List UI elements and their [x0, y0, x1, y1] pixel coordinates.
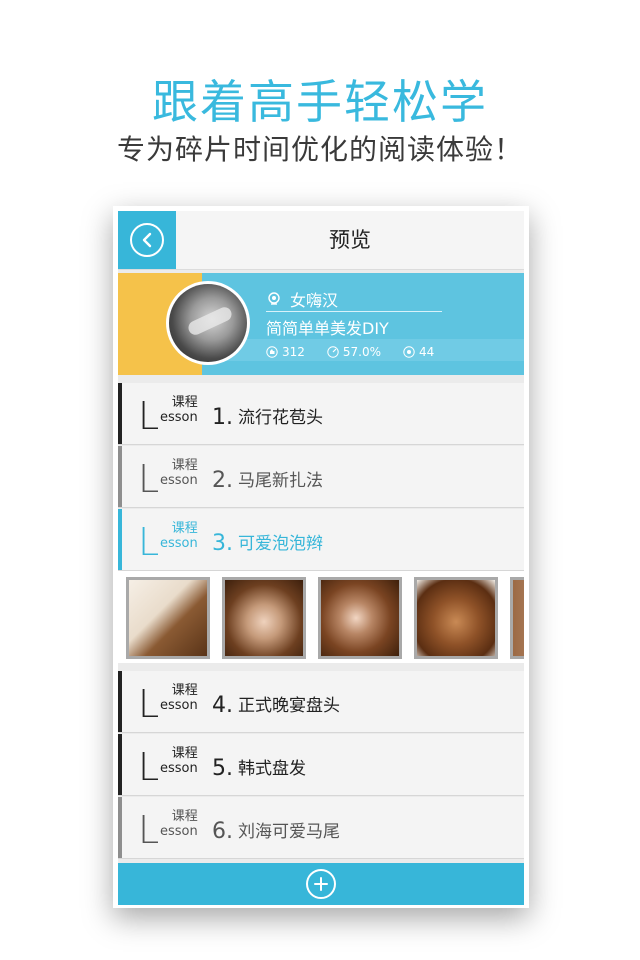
lesson-tag-cn: 课程	[171, 683, 198, 698]
thumbnail-2[interactable]	[222, 577, 306, 659]
lesson-title: 正式晚宴盘头	[238, 696, 340, 716]
stat-count-value: 44	[419, 345, 435, 359]
navbar: 预览	[118, 211, 524, 270]
lesson-item-5[interactable]: L 课程 esson 5. 韩式盘发	[118, 734, 524, 796]
lesson-indicator	[118, 734, 122, 795]
lesson-item-2[interactable]: L 课程 esson 2. 马尾新扎法	[118, 446, 524, 508]
footer-bar	[118, 863, 524, 905]
lesson-number: 4.	[212, 693, 233, 718]
stat-count: 44	[403, 345, 434, 359]
lesson-tag: 课程 esson	[160, 683, 198, 713]
thumbnail-1[interactable]	[126, 577, 210, 659]
thumbnail-4[interactable]	[414, 577, 498, 659]
lesson-letter: L	[138, 745, 160, 789]
lesson-letter: L	[138, 520, 160, 564]
thumbnail-5[interactable]	[510, 577, 524, 659]
thumbnail-image	[225, 580, 303, 656]
thumbnail-3[interactable]	[318, 577, 402, 659]
lesson-item-4[interactable]: L 课程 esson 4. 正式晚宴盘头	[118, 671, 524, 733]
stat-likes: 312	[266, 345, 305, 359]
thumbnail-image	[129, 580, 207, 656]
location-pin-icon	[266, 291, 282, 307]
lesson-tag: 课程 esson	[160, 395, 198, 425]
phone-frame: 预览 女嗨汉 简简单单美发DIY 312 57.0% 44 L 课程 esson…	[113, 206, 529, 908]
back-button[interactable]	[118, 211, 176, 269]
profile-name-row: 女嗨汉	[266, 287, 442, 312]
lesson-tag: 课程 esson	[160, 521, 198, 551]
lesson-tag-en: esson	[160, 824, 198, 839]
lesson-title: 马尾新扎法	[238, 471, 323, 491]
stat-progress-value: 57.0%	[342, 345, 382, 359]
lesson-tag-cn: 课程	[171, 809, 198, 824]
lesson-thumbnail-strip[interactable]	[118, 571, 524, 663]
lesson-tag: 课程 esson	[160, 458, 198, 488]
progress-icon	[327, 346, 339, 358]
like-icon	[266, 346, 278, 358]
lesson-indicator	[118, 797, 122, 858]
lesson-letter: L	[138, 394, 160, 438]
lesson-letter: L	[138, 682, 160, 726]
thumbnail-image	[417, 580, 495, 656]
profile-name: 女嗨汉	[290, 291, 339, 310]
thumbnail-image	[513, 580, 524, 656]
profile-stats: 312 57.0% 44	[266, 345, 434, 359]
lesson-tag-en: esson	[160, 473, 198, 488]
lesson-tag-en: esson	[160, 536, 198, 551]
page-title: 预览	[329, 228, 371, 252]
thumbnail-image	[321, 580, 399, 656]
lesson-letter: L	[138, 457, 160, 501]
lesson-number: 6.	[212, 819, 233, 844]
profile-description: 简简单单美发DIY	[266, 319, 389, 338]
add-button[interactable]	[306, 869, 336, 899]
promo-title: 跟着高手轻松学	[152, 75, 488, 129]
lesson-indicator	[118, 446, 122, 507]
lesson-title: 韩式盘发	[238, 759, 306, 779]
lesson-tag-en: esson	[160, 410, 198, 425]
lesson-item-3[interactable]: L 课程 esson 3. 可爱泡泡辫	[118, 509, 524, 571]
lesson-tag-cn: 课程	[171, 521, 198, 536]
avatar-image	[169, 284, 247, 362]
lesson-tag-cn: 课程	[171, 395, 198, 410]
app-screen: 预览 女嗨汉 简简单单美发DIY 312 57.0% 44 L 课程 esson…	[118, 211, 524, 905]
lesson-title: 刘海可爱马尾	[238, 822, 340, 842]
lesson-number: 2.	[212, 468, 233, 493]
lesson-item-1[interactable]: L 课程 esson 1. 流行花苞头	[118, 383, 524, 445]
plus-icon	[314, 877, 328, 891]
lesson-indicator	[118, 383, 122, 444]
stat-likes-value: 312	[282, 345, 305, 359]
lesson-tag-cn: 课程	[171, 458, 198, 473]
profile-card[interactable]: 女嗨汉 简简单单美发DIY 312 57.0% 44	[118, 273, 524, 375]
lesson-tag: 课程 esson	[160, 746, 198, 776]
lesson-number: 5.	[212, 756, 233, 781]
back-arrow-icon	[130, 223, 164, 257]
lesson-indicator	[118, 509, 122, 570]
avatar[interactable]	[166, 281, 250, 365]
lesson-tag-en: esson	[160, 698, 198, 713]
lesson-letter: L	[138, 808, 160, 852]
lesson-indicator	[118, 671, 122, 732]
lesson-tag-cn: 课程	[171, 746, 198, 761]
lesson-number: 1.	[212, 405, 233, 430]
stat-progress: 57.0%	[327, 345, 381, 359]
lesson-title: 可爱泡泡辫	[238, 534, 323, 554]
lesson-item-6[interactable]: L 课程 esson 6. 刘海可爱马尾	[118, 797, 524, 859]
eye-icon	[403, 346, 415, 358]
lesson-number: 3.	[212, 531, 233, 556]
promo-subtitle: 专为碎片时间优化的阅读体验！	[116, 133, 523, 166]
lesson-tag-en: esson	[160, 761, 198, 776]
lesson-tag: 课程 esson	[160, 809, 198, 839]
lesson-title: 流行花苞头	[238, 408, 323, 428]
